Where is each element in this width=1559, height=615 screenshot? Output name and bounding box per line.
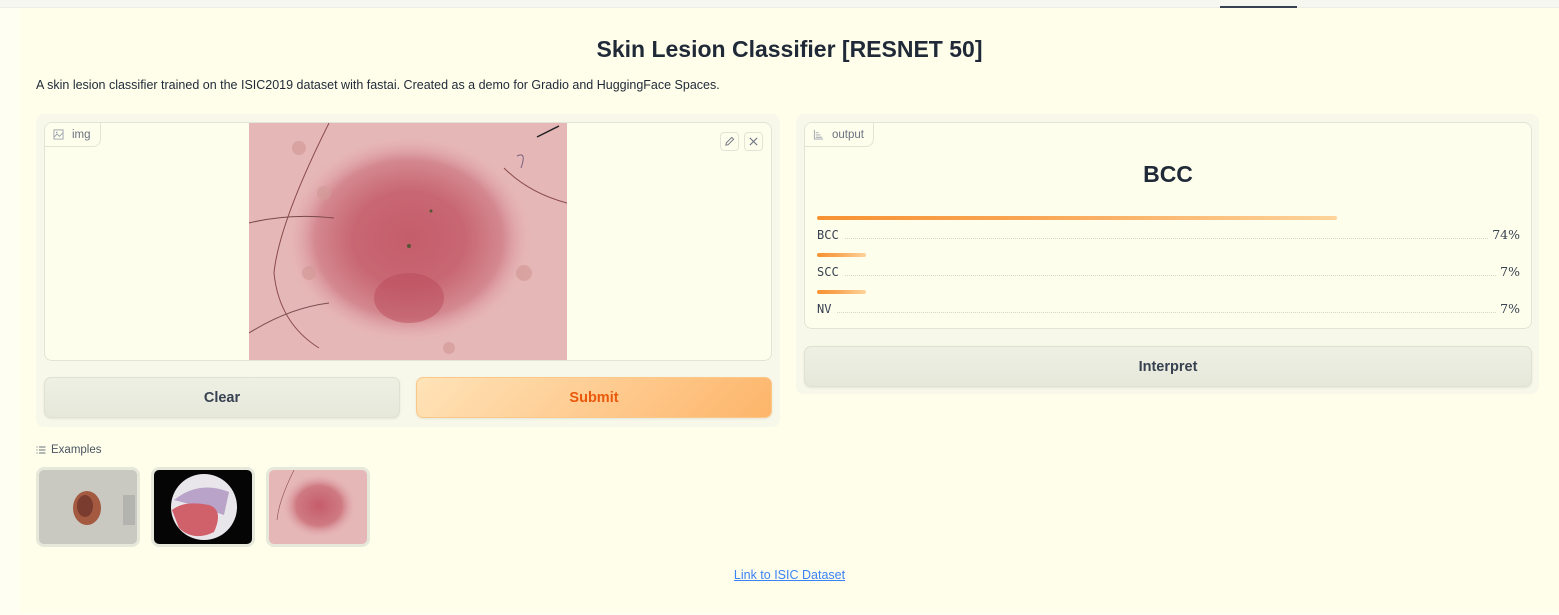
clear-image-button[interactable] [744, 132, 763, 151]
image-icon [53, 129, 64, 140]
label-output: output BCC BCC 74% SCC 7% NV 7% [804, 122, 1532, 329]
examples-header: Examples [36, 444, 102, 456]
confidence-row: BCC 74% [817, 216, 1520, 242]
predicted-label: BCC [1143, 161, 1193, 187]
image-input-label-text: img [72, 128, 91, 141]
confidence-row: NV 7% [817, 290, 1520, 316]
output-panel: output BCC BCC 74% SCC 7% NV 7% Interpre… [796, 114, 1539, 394]
close-icon [749, 137, 758, 146]
isic-dataset-link[interactable]: Link to ISIC Dataset [20, 568, 1559, 582]
dotted-leader [844, 238, 1489, 239]
output-label: output [805, 123, 874, 147]
confidence-label: NV [817, 302, 832, 316]
confidence-value: 74% [1492, 227, 1520, 242]
image-input[interactable]: img [44, 122, 772, 361]
example-thumbnail[interactable] [36, 467, 140, 547]
top-bar [0, 0, 1559, 8]
output-label-text: output [832, 128, 864, 141]
confidence-label: BCC [817, 228, 839, 242]
page-description: A skin lesion classifier trained on the … [36, 78, 720, 92]
clear-button[interactable]: Clear [44, 377, 400, 418]
image-actions [720, 132, 763, 151]
confidence-value: 7% [1500, 301, 1520, 316]
examples-label-text: Examples [51, 444, 102, 456]
confidence-label: SCC [817, 265, 839, 279]
edit-image-button[interactable] [720, 132, 739, 151]
list-icon [36, 446, 46, 454]
page-title: Skin Lesion Classifier [RESNET 50] [596, 36, 983, 62]
dotted-leader [837, 312, 1497, 313]
pencil-icon [725, 136, 735, 146]
submit-button[interactable]: Submit [416, 377, 772, 418]
confidence-row: SCC 7% [817, 253, 1520, 279]
confidence-bar [817, 290, 867, 294]
confidence-bar [817, 216, 1338, 220]
example-thumbnail[interactable] [151, 467, 255, 547]
page: Skin Lesion Classifier [RESNET 50] A ski… [20, 8, 1559, 613]
image-input-label: img [45, 123, 101, 147]
interpret-button[interactable]: Interpret [804, 346, 1532, 387]
input-panel: img Clear Submit [36, 114, 780, 427]
uploaded-lesion-image [249, 123, 567, 360]
bar-chart-icon [813, 129, 824, 140]
dotted-leader [844, 275, 1497, 276]
confidence-bar [817, 253, 867, 257]
example-thumbnail[interactable] [266, 467, 370, 547]
examples-gallery [36, 467, 370, 547]
confidence-value: 7% [1500, 264, 1520, 279]
